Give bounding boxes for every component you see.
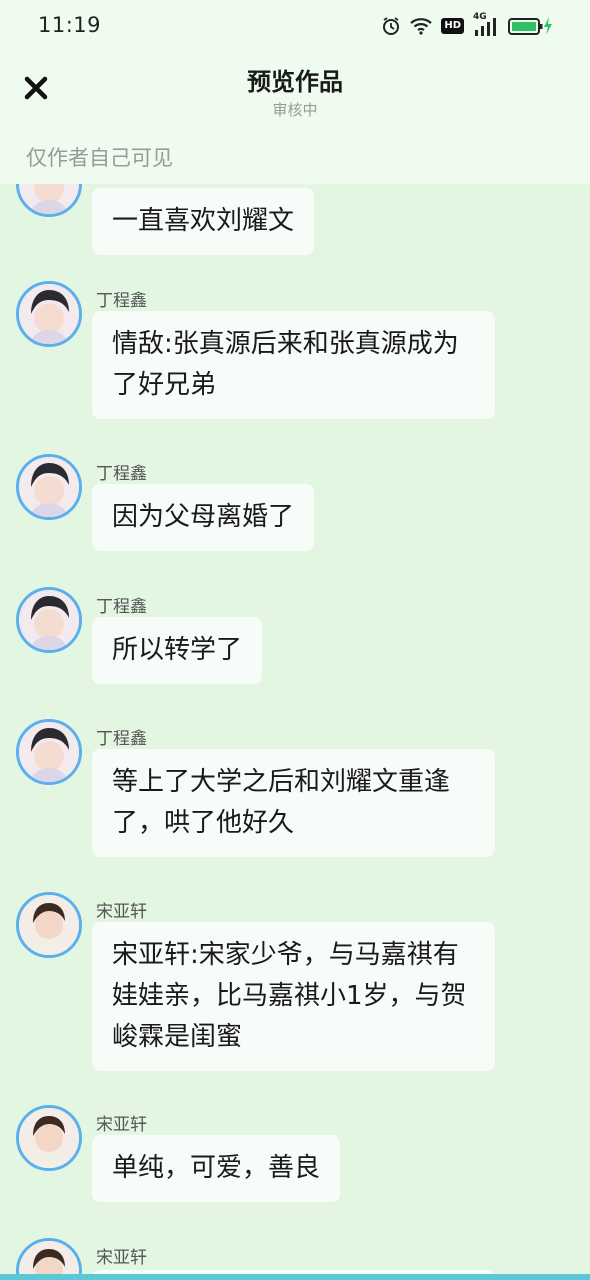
avatar[interactable] [16,454,82,520]
message-bubble[interactable]: 因为父母离婚了 [92,484,315,551]
bottom-accent-bar [0,1274,590,1280]
message-bubble[interactable]: 所以转学了 [92,617,263,684]
network-type-label: 4G [473,12,487,22]
avatar[interactable] [16,1105,82,1171]
avatar-image-icon [19,722,79,782]
avatar-image-icon [19,184,79,214]
avatar[interactable] [16,719,82,785]
visibility-text: 仅作者自己可见 [26,146,173,170]
message-bubble[interactable]: 一直喜欢刘耀文 [92,188,315,255]
status-time: 11:19 [38,13,102,37]
visibility-bar: 仅作者自己可见 [0,132,590,184]
avatar-image-icon [19,284,79,344]
sender-name: 丁程鑫 [96,291,147,311]
avatar[interactable] [16,281,82,347]
avatar-image-icon [19,1108,79,1168]
signal-icon: 4G [473,12,499,36]
avatar[interactable] [16,892,82,958]
avatar-image-icon [19,895,79,955]
message-bubble[interactable]: 单纯，可爱，善良 [92,1135,341,1202]
sender-name: 宋亚轩 [96,902,147,922]
alarm-icon [381,16,401,36]
message-bubble[interactable]: 等上了大学之后和刘耀文重逢了，哄了他好久 [92,749,495,857]
hd-badge: HD [441,18,464,34]
avatar-image-icon [19,590,79,650]
header: 预览作品 审核中 [0,52,590,132]
wifi-icon [410,17,433,35]
status-bar: 11:19 HD 4G [0,0,590,52]
sender-name: 丁程鑫 [96,597,147,617]
avatar-image-icon [19,457,79,517]
message-bubble[interactable]: 情敌:张真源后来和张真源成为了好兄弟 [92,311,495,419]
page-title: 预览作品 [247,68,343,96]
review-status: 审核中 [272,101,318,119]
sender-name: 宋亚轩 [96,1248,147,1268]
sender-name: 丁程鑫 [96,729,147,749]
avatar[interactable] [16,184,82,217]
sender-name: 宋亚轩 [96,1115,147,1135]
status-icons: HD 4G [381,12,554,37]
battery-icon [508,16,554,36]
sender-name: 丁程鑫 [96,464,147,484]
message-bubble[interactable]: 宋亚轩:宋家少爷，与马嘉祺有娃娃亲，比马嘉祺小1岁，与贺峻霖是闺蜜 [92,922,495,1071]
avatar[interactable] [16,587,82,653]
chat-list[interactable]: 一直喜欢刘耀文 丁程鑫 情敌:张真源后来和张真源成为了好兄弟 丁程鑫 因为父母离… [0,184,590,1280]
